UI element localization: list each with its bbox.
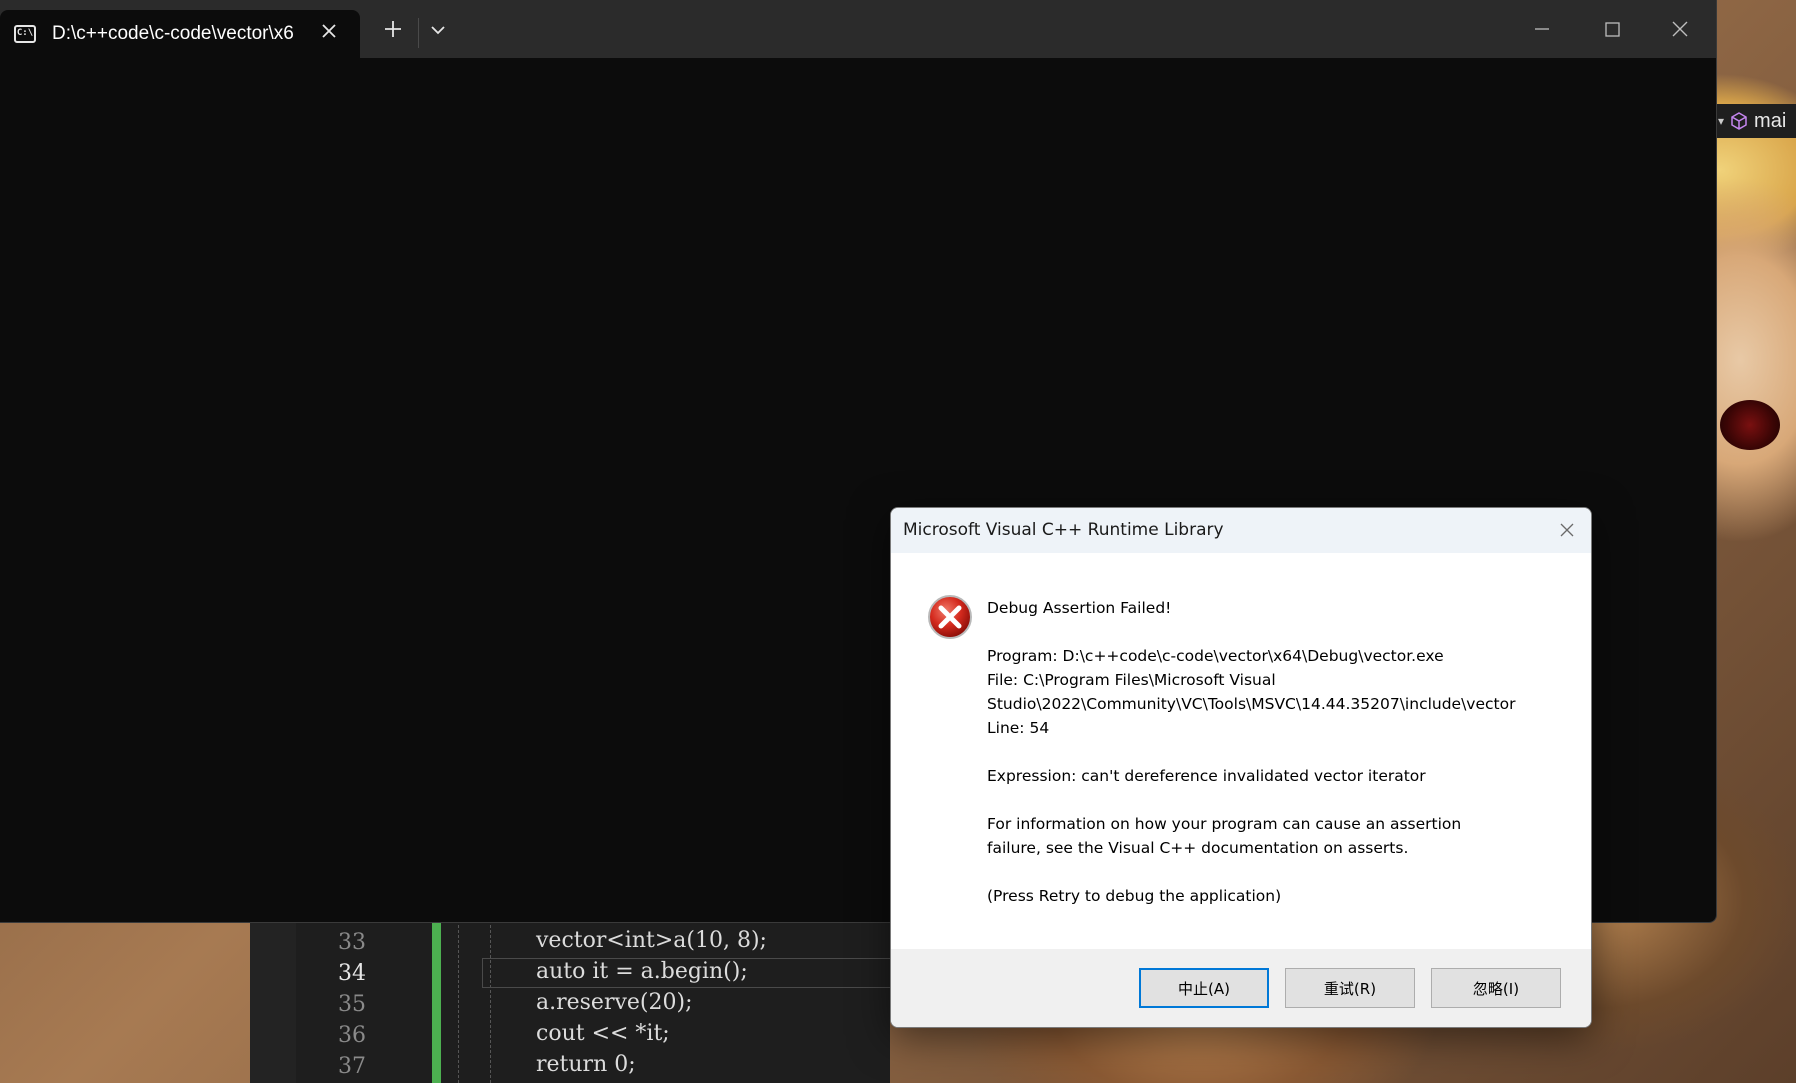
close-window-icon[interactable] xyxy=(1660,14,1700,44)
program-path: Program: D:\c++code\c-code\vector\x64\De… xyxy=(987,647,1444,665)
minimize-icon[interactable] xyxy=(1522,14,1562,44)
indent-guide xyxy=(458,920,459,1083)
code-line[interactable]: cout << *it; xyxy=(536,1021,670,1046)
line-number: 37 xyxy=(338,1054,366,1079)
assertion-dialog[interactable]: Microsoft Visual C++ Runtime Library Deb… xyxy=(890,507,1592,1028)
code-line[interactable]: auto it = a.begin(); xyxy=(536,959,748,984)
assertion-heading: Debug Assertion Failed! xyxy=(987,599,1172,617)
close-icon[interactable] xyxy=(320,22,338,40)
code-line[interactable]: a.reserve(20); xyxy=(536,990,693,1015)
retry-button[interactable]: 重试(R) xyxy=(1285,968,1415,1008)
indent-guide xyxy=(490,920,491,1083)
line-number-text: Line: 54 xyxy=(987,719,1050,737)
dialog-button-bar: 中止(A) 重试(R) 忽略(I) xyxy=(891,949,1591,1027)
dialog-message: Debug Assertion Failed! Program: D:\c++c… xyxy=(987,596,1567,908)
terminal-tab[interactable]: C:\ D:\c++code\c-code\vector\x6 xyxy=(0,10,360,58)
terminal-titlebar[interactable]: C:\ D:\c++code\c-code\vector\x6 xyxy=(0,0,1716,58)
terminal-icon: C:\ xyxy=(14,25,36,43)
code-line[interactable]: vector<int>a(10, 8); xyxy=(536,928,767,953)
tab-title: D:\c++code\c-code\vector\x6 xyxy=(52,23,294,44)
error-icon xyxy=(928,595,972,639)
maximize-icon[interactable] xyxy=(1592,14,1632,44)
vs-toolbar-fragment[interactable]: ▾ mai xyxy=(1712,104,1796,138)
line-number: 35 xyxy=(338,992,366,1017)
cube-icon xyxy=(1731,112,1747,130)
change-indicator-bar xyxy=(432,920,441,1083)
abort-button[interactable]: 中止(A) xyxy=(1139,968,1269,1008)
info-text-line2: failure, see the Visual C++ documentatio… xyxy=(987,839,1409,857)
divider xyxy=(418,18,419,48)
info-text-line1: For information on how your program can … xyxy=(987,815,1462,833)
line-number-active: 34 xyxy=(338,961,366,986)
chevron-down-icon: ▾ xyxy=(1718,114,1725,128)
expression-text: Expression: can't dereference invalidate… xyxy=(987,767,1426,785)
editor-margin xyxy=(250,920,296,1083)
code-line[interactable]: return 0; xyxy=(536,1052,636,1077)
file-path-line2: Studio\2022\Community\VC\Tools\MSVC\14.4… xyxy=(987,695,1516,713)
plus-icon[interactable] xyxy=(382,18,404,40)
dialog-title: Microsoft Visual C++ Runtime Library xyxy=(903,520,1224,540)
wallpaper-character-eye xyxy=(1720,400,1780,450)
chevron-down-icon[interactable] xyxy=(430,22,446,38)
close-icon[interactable] xyxy=(1557,520,1577,540)
code-editor[interactable]: 33 34 35 36 37 vector<int>a(10, 8); auto… xyxy=(250,920,890,1083)
file-path-line1: File: C:\Program Files\Microsoft Visual xyxy=(987,671,1276,689)
line-number: 36 xyxy=(338,1023,366,1048)
line-number: 33 xyxy=(338,930,366,955)
project-label: mai xyxy=(1754,109,1787,132)
retry-hint: (Press Retry to debug the application) xyxy=(987,887,1282,905)
dialog-titlebar[interactable]: Microsoft Visual C++ Runtime Library xyxy=(891,508,1591,553)
ignore-button[interactable]: 忽略(I) xyxy=(1431,968,1561,1008)
